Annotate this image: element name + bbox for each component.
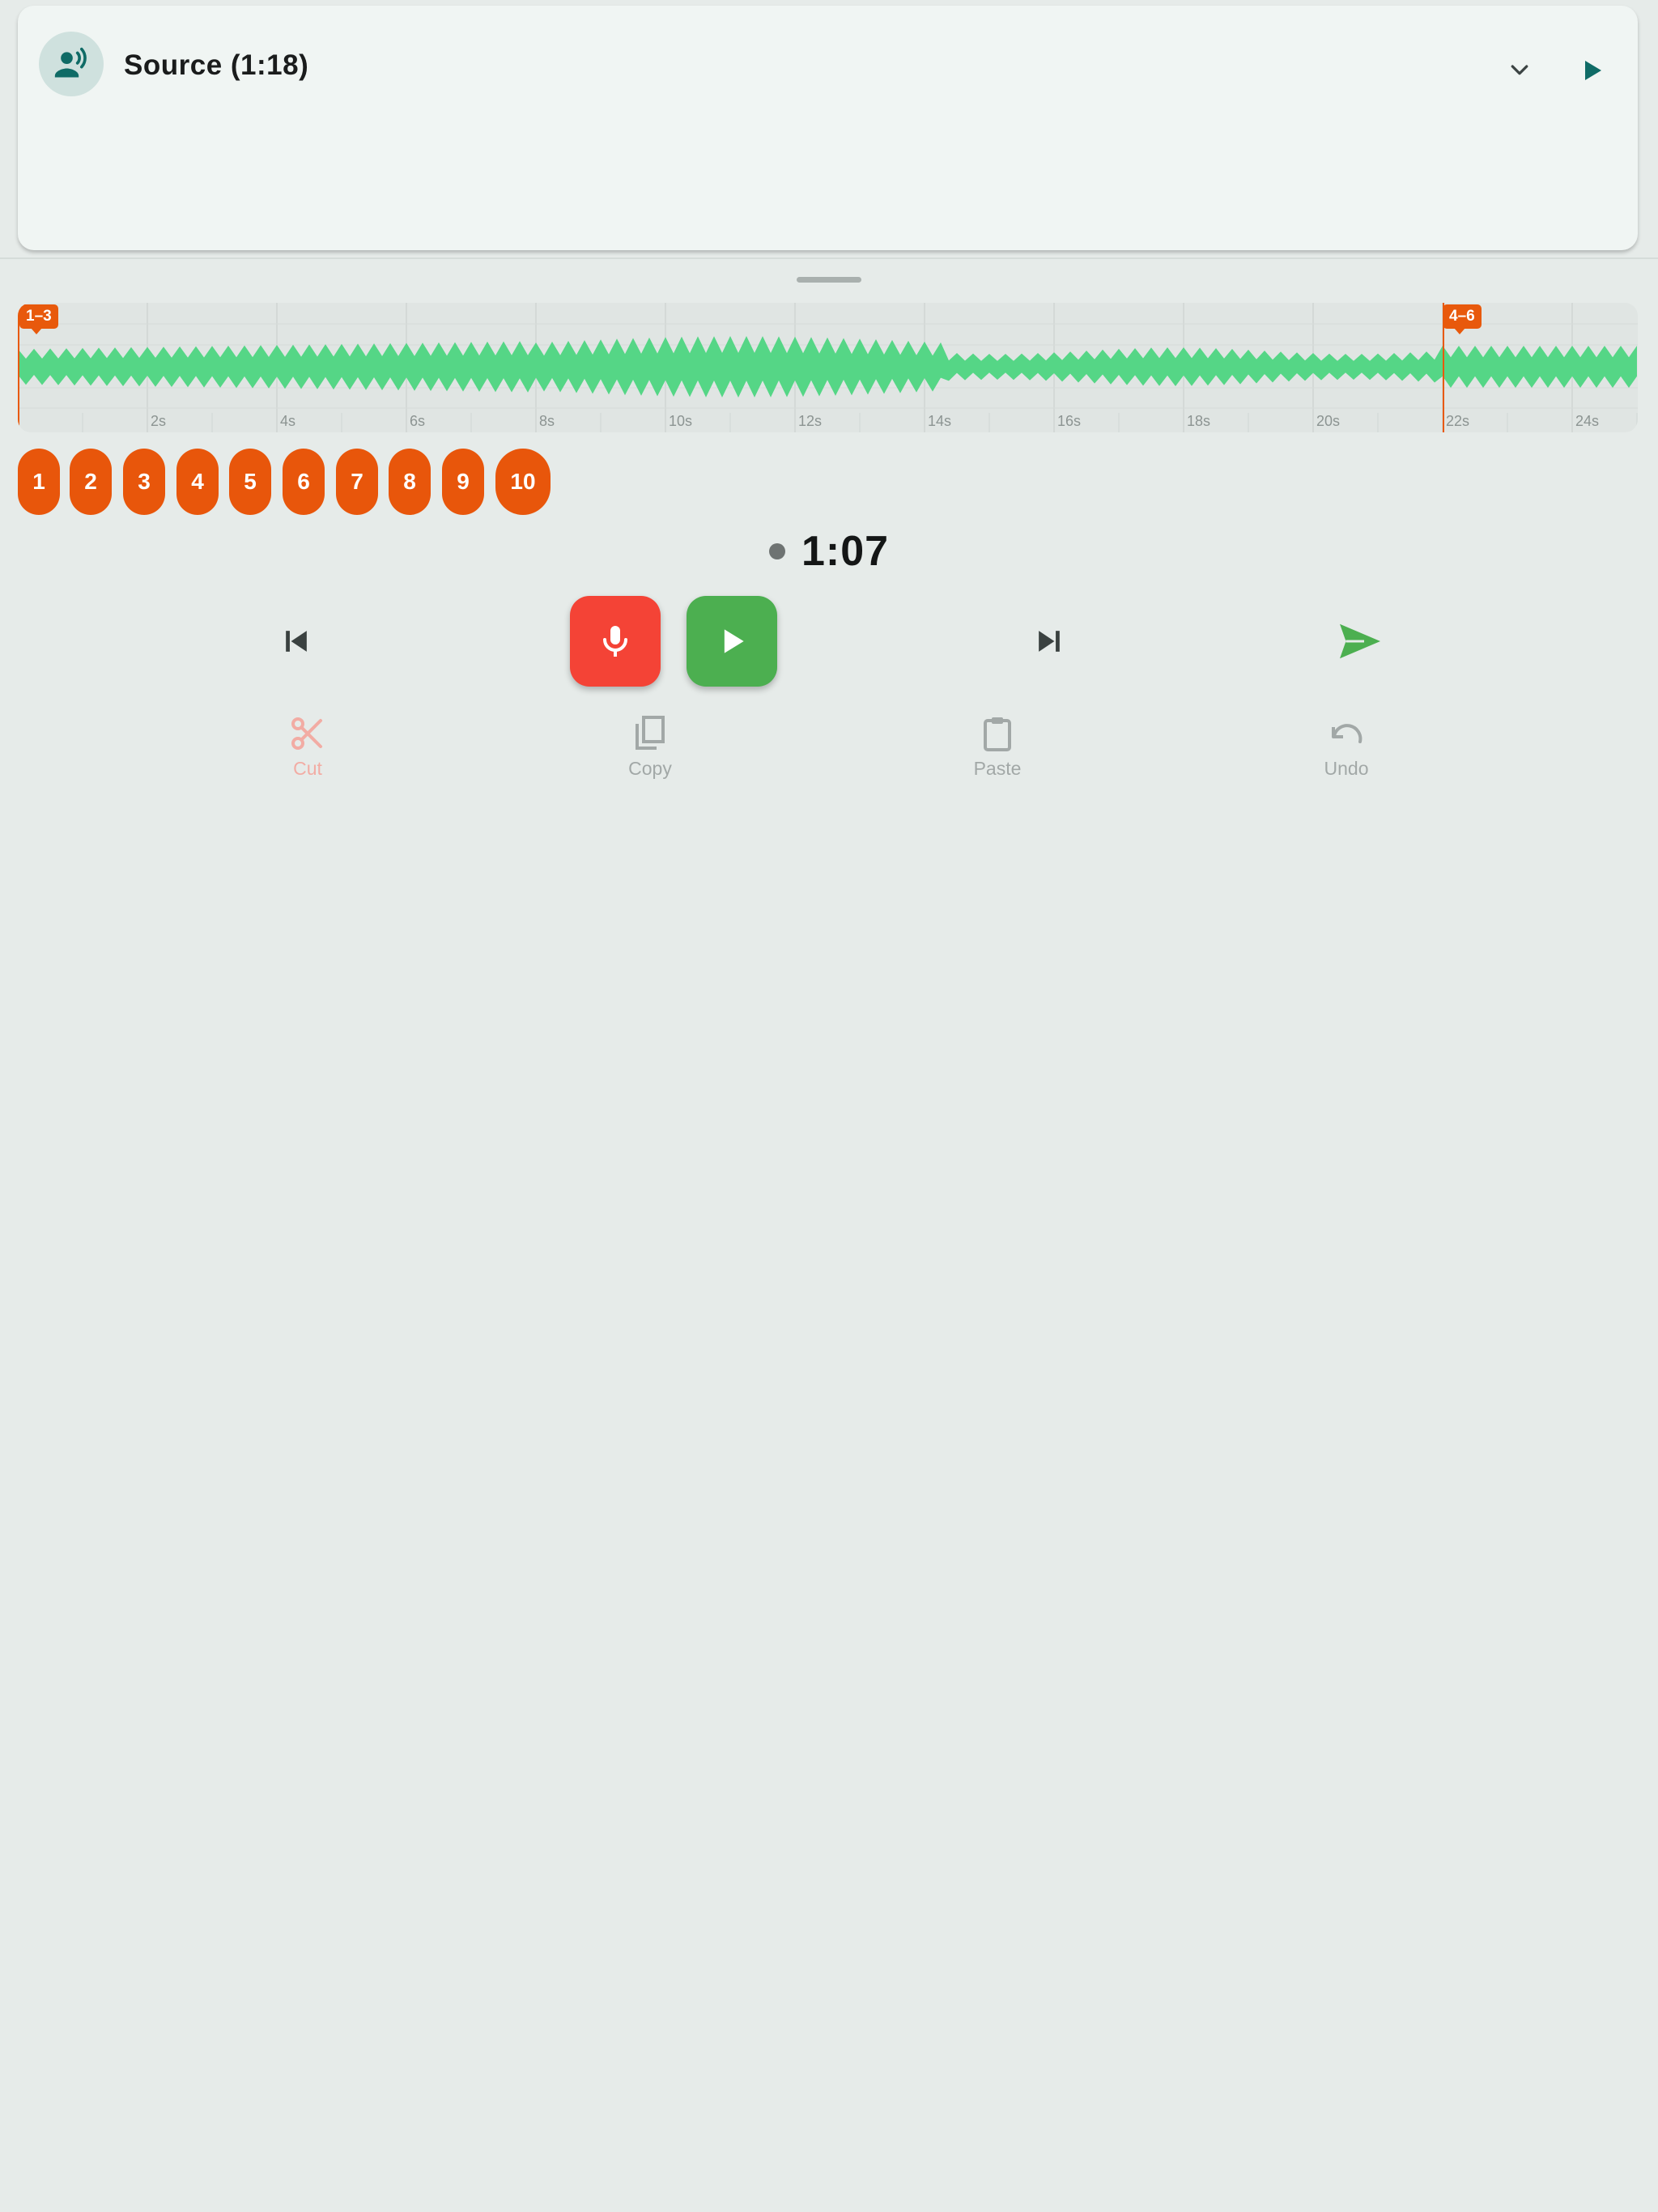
scissors-icon — [291, 717, 322, 750]
copy-button[interactable]: Copy — [585, 714, 715, 795]
time-tick-label: 6s — [410, 413, 426, 429]
paste-label: Paste — [973, 758, 1022, 779]
time-tick-label: 16s — [1057, 413, 1082, 429]
send-icon — [1340, 623, 1380, 659]
segment-chip-5[interactable]: 5 — [229, 449, 271, 515]
segment-chip-10[interactable]: 10 — [495, 449, 551, 515]
segment-chip-2[interactable]: 2 — [70, 449, 112, 515]
time-tick-label: 8s — [539, 413, 555, 429]
marker-flag-1[interactable]: 1–3 — [19, 304, 58, 334]
undo-button[interactable]: Undo — [1282, 714, 1411, 795]
waveform-graph — [18, 303, 1638, 432]
segment-chip-6[interactable]: 6 — [283, 449, 325, 515]
current-time: 1:07 — [801, 528, 890, 575]
waveform[interactable]: 2s 4s 6s 8s 10s 12s 14s 16s 18s 20s 22s 24s 1–3 4–6 — [18, 303, 1638, 432]
source-title: Source (1:18) — [124, 49, 309, 81]
segment-chip-4[interactable]: 4 — [176, 449, 219, 515]
skip-next-button[interactable] — [1020, 612, 1078, 670]
cut-label: Cut — [293, 758, 322, 779]
segment-chip-8[interactable]: 8 — [389, 449, 431, 515]
segment-chip-7[interactable]: 7 — [336, 449, 378, 515]
skip-previous-button[interactable] — [267, 612, 325, 670]
cut-button[interactable]: Cut — [243, 714, 372, 795]
time-tick-label: 10s — [669, 413, 693, 429]
copy-label: Copy — [628, 758, 672, 779]
marker-flag-2[interactable]: 4–6 — [1443, 304, 1482, 334]
paste-button[interactable]: Paste — [933, 714, 1062, 795]
time-tick-label: 4s — [280, 413, 296, 429]
time-tick-label: 12s — [798, 413, 823, 429]
source-avatar — [39, 32, 104, 96]
segment-chip-3[interactable]: 3 — [123, 449, 165, 515]
copy-icon — [636, 716, 665, 750]
skip-previous-icon — [286, 631, 307, 652]
time-tick-label: 24s — [1575, 413, 1600, 429]
sheet-drag-handle[interactable] — [797, 277, 861, 283]
segment-chip-9[interactable]: 9 — [442, 449, 484, 515]
sheet-divider — [0, 257, 1658, 259]
undo-icon — [1332, 724, 1363, 743]
play-icon — [724, 629, 744, 653]
time-tick-label: 14s — [928, 413, 952, 429]
time-display: 1:07 — [769, 525, 889, 578]
time-tick-label: 2s — [151, 413, 167, 429]
play-source-button[interactable] — [1559, 46, 1624, 95]
microphone-icon — [603, 626, 627, 657]
expand-source-button[interactable] — [1487, 46, 1552, 95]
play-button[interactable] — [687, 596, 777, 687]
record-voice-icon — [54, 47, 87, 78]
undo-label: Undo — [1324, 758, 1369, 779]
segment-chip-1[interactable]: 1 — [18, 449, 60, 515]
time-tick-label: 20s — [1316, 413, 1341, 429]
source-card: Source (1:18) — [18, 6, 1638, 250]
skip-next-icon — [1039, 631, 1060, 652]
chevron-down-icon — [1511, 65, 1528, 75]
record-button[interactable] — [570, 596, 661, 687]
status-dot — [769, 543, 785, 559]
time-tick-label: 18s — [1187, 413, 1211, 429]
play-icon — [1585, 61, 1601, 80]
paste-icon — [984, 717, 1011, 751]
time-tick-label: 22s — [1446, 413, 1470, 429]
send-button[interactable] — [1328, 609, 1392, 674]
